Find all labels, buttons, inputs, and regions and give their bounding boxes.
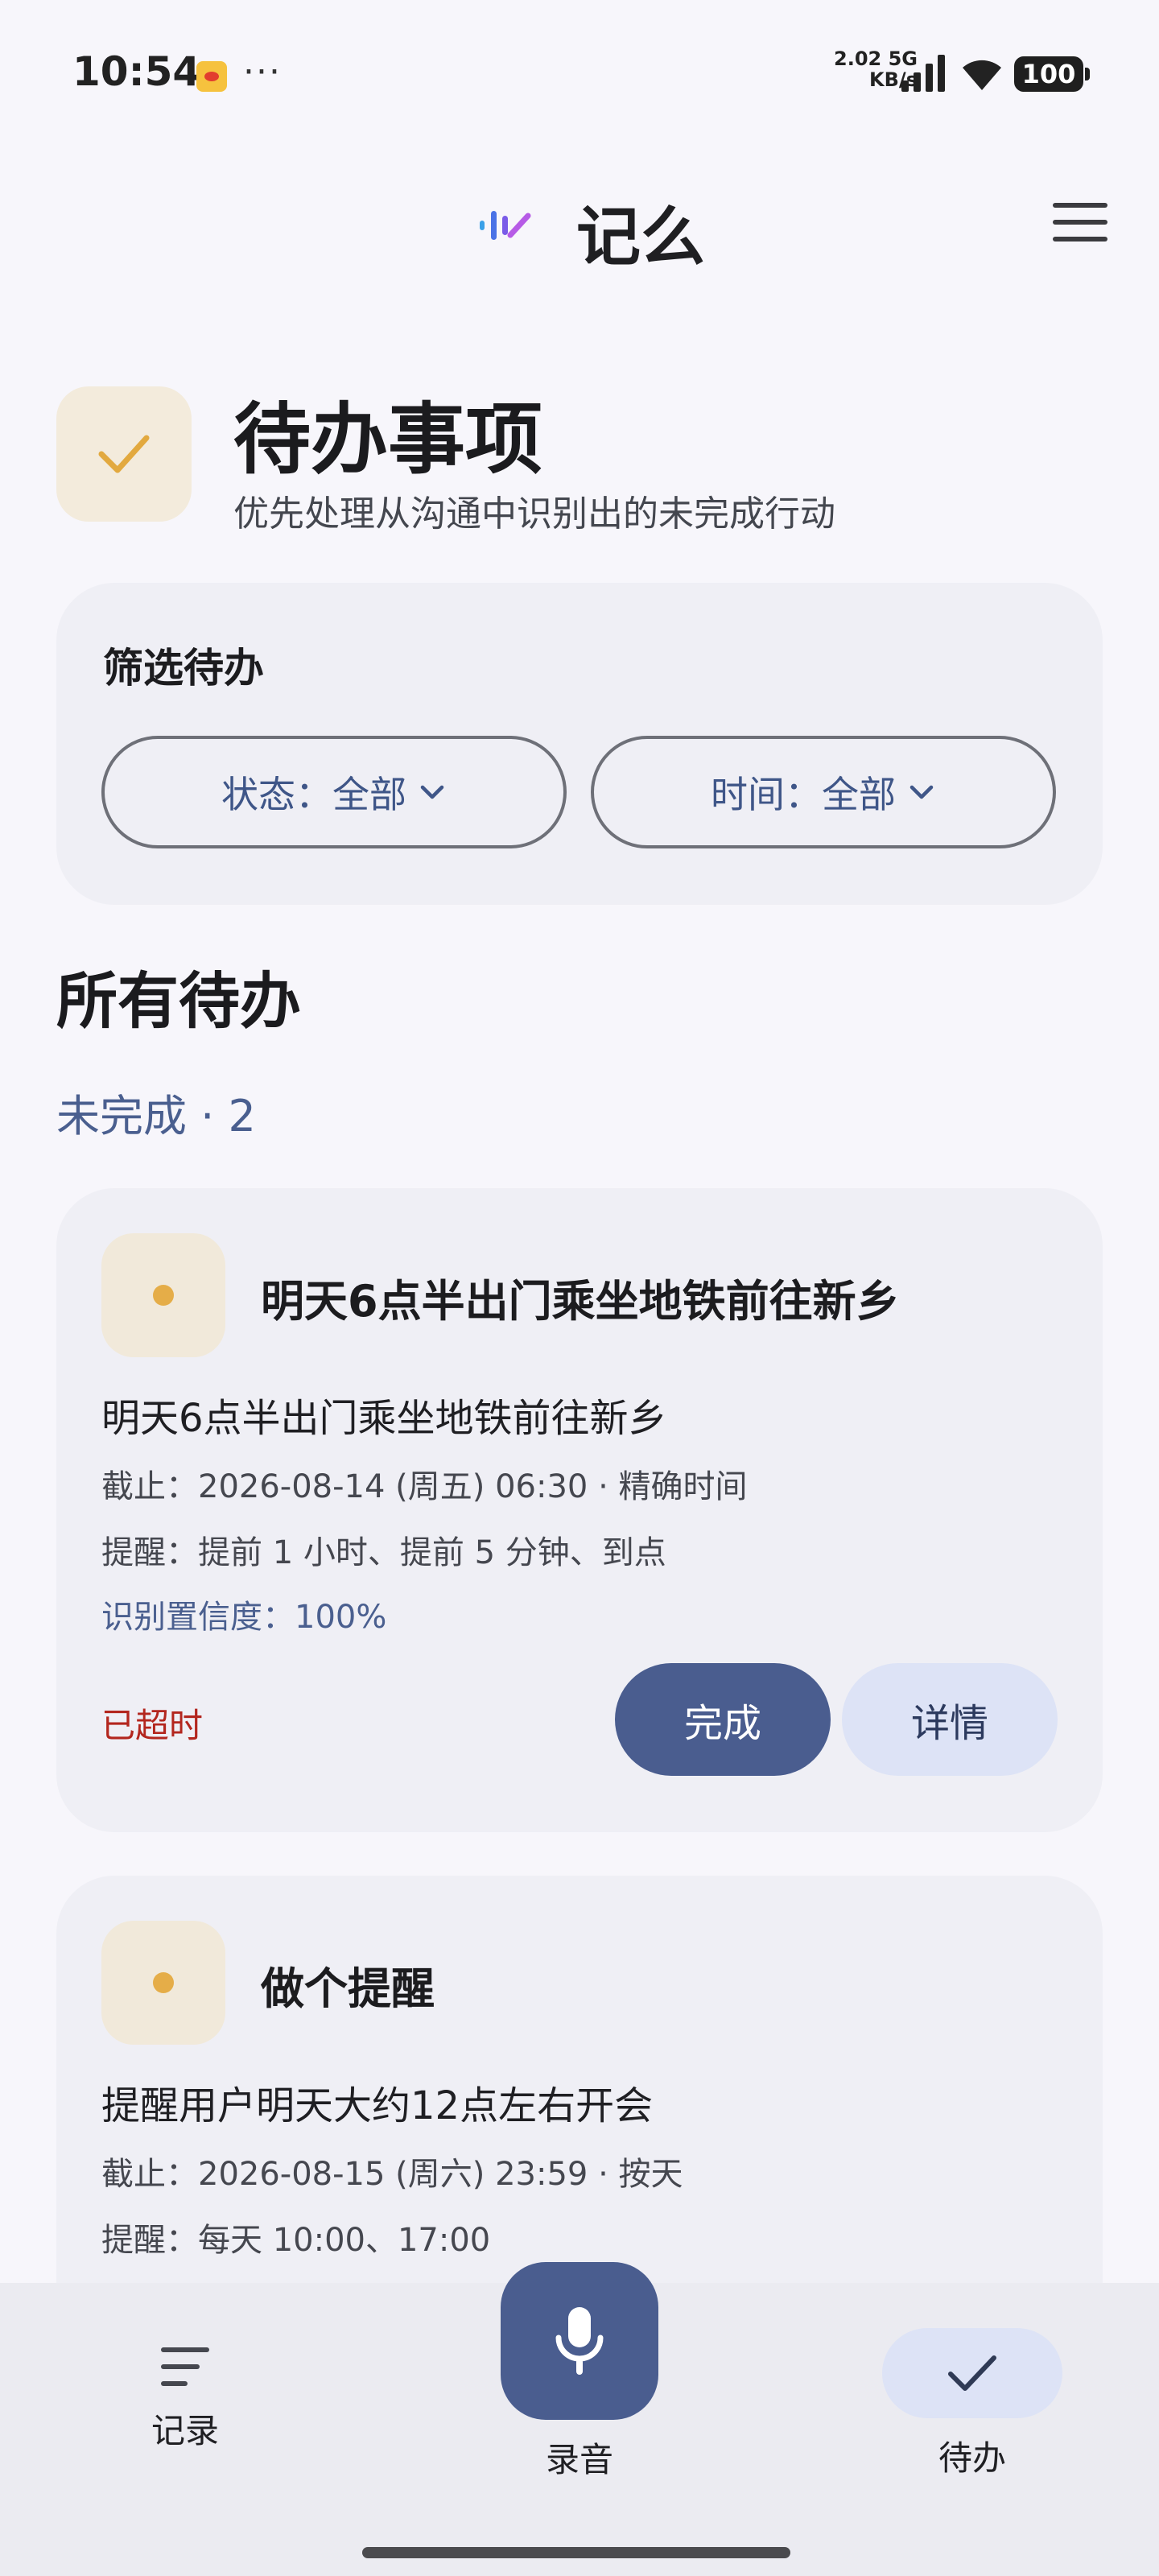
complete-button[interactable]: 完成 [615,1663,831,1776]
status-filter-dropdown[interactable]: 状态：全部 [101,736,567,848]
filter-card: 筛选待办 状态：全部 时间：全部 [56,583,1103,905]
time-filter-dropdown[interactable]: 时间：全部 [591,736,1056,848]
weibo-notification-icon [196,61,227,92]
nav-record-audio-label: 录音 [545,2440,613,2479]
incomplete-group-label: 未完成 · 2 [56,1091,256,1141]
status-bar: 10:54 ··· 2.02 5G KB/s 100 [0,0,1159,145]
nav-todos-active-indicator [882,2328,1062,2418]
todo-card[interactable]: 明天6点半出门乘坐地铁前往新乡 明天6点半出门乘坐地铁前往新乡 截止：2026-… [56,1188,1103,1832]
overdue-status: 已超时 [101,1706,204,1745]
hamburger-menu-icon[interactable] [1053,203,1107,248]
todo-description: 明天6点半出门乘坐地铁前往新乡 [101,1396,667,1441]
todo-deadline: 截止：2026-08-14 (周五) 06:30 · 精确时间 [101,1468,748,1505]
time-filter-label: 时间：全部 [711,774,896,815]
more-notifications-icon: ··· [243,52,282,93]
wifi-icon [963,60,1001,90]
todo-status-dot-icon [101,1921,225,2045]
battery-icon: 100 [1014,56,1090,92]
detail-button[interactable]: 详情 [842,1663,1058,1776]
page-title: 待办事项 [233,394,542,485]
app-title: 记么 [576,200,705,275]
nav-records[interactable]: 记录 [105,2347,266,2453]
status-time: 10:54 [72,48,201,95]
chevron-down-icon [909,785,934,799]
todo-deadline: 截止：2026-08-15 (周六) 23:59 · 按天 [101,2156,683,2193]
waveform-logo-icon [480,211,531,240]
page-subtitle: 优先处理从沟通中识别出的未完成行动 [233,493,835,535]
record-button[interactable] [501,2262,658,2420]
todo-description: 提醒用户明天大约12点左右开会 [101,2083,654,2128]
filter-title: 筛选待办 [103,645,264,691]
todo-confidence: 识别置信度：100% [101,1599,387,1636]
home-indicator[interactable] [362,2547,790,2558]
check-icon [98,435,150,473]
todo-reminder: 提醒：提前 1 小时、提前 5 分钟、到点 [101,1534,666,1571]
nav-record-audio[interactable]: 录音 [467,2262,692,2482]
todo-title: 做个提醒 [261,1963,435,2014]
network-speed-value: 2.02 [834,47,882,70]
todo-reminder: 提醒：每天 10:00、17:00 [101,2222,491,2259]
status-filter-label: 状态：全部 [221,774,406,815]
check-icon [948,2355,996,2391]
cellular-signal-icon [901,55,945,92]
list-icon [161,2347,209,2391]
microphone-icon [555,2307,604,2375]
chevron-down-icon [420,785,444,799]
todo-title: 明天6点半出门乘坐地铁前往新乡 [261,1276,900,1327]
bottom-navigation: 记录 录音 待办 [0,2262,1159,2576]
battery-level: 100 [1021,59,1076,89]
nav-records-label: 记录 [151,2411,219,2450]
section-title: 所有待办 [56,965,301,1037]
todo-status-dot-icon [101,1233,225,1357]
app-header: 记么 [0,161,1159,290]
nav-todos[interactable]: 待办 [882,2328,1062,2480]
nav-todos-label: 待办 [938,2438,1006,2478]
todo-badge [56,386,192,522]
